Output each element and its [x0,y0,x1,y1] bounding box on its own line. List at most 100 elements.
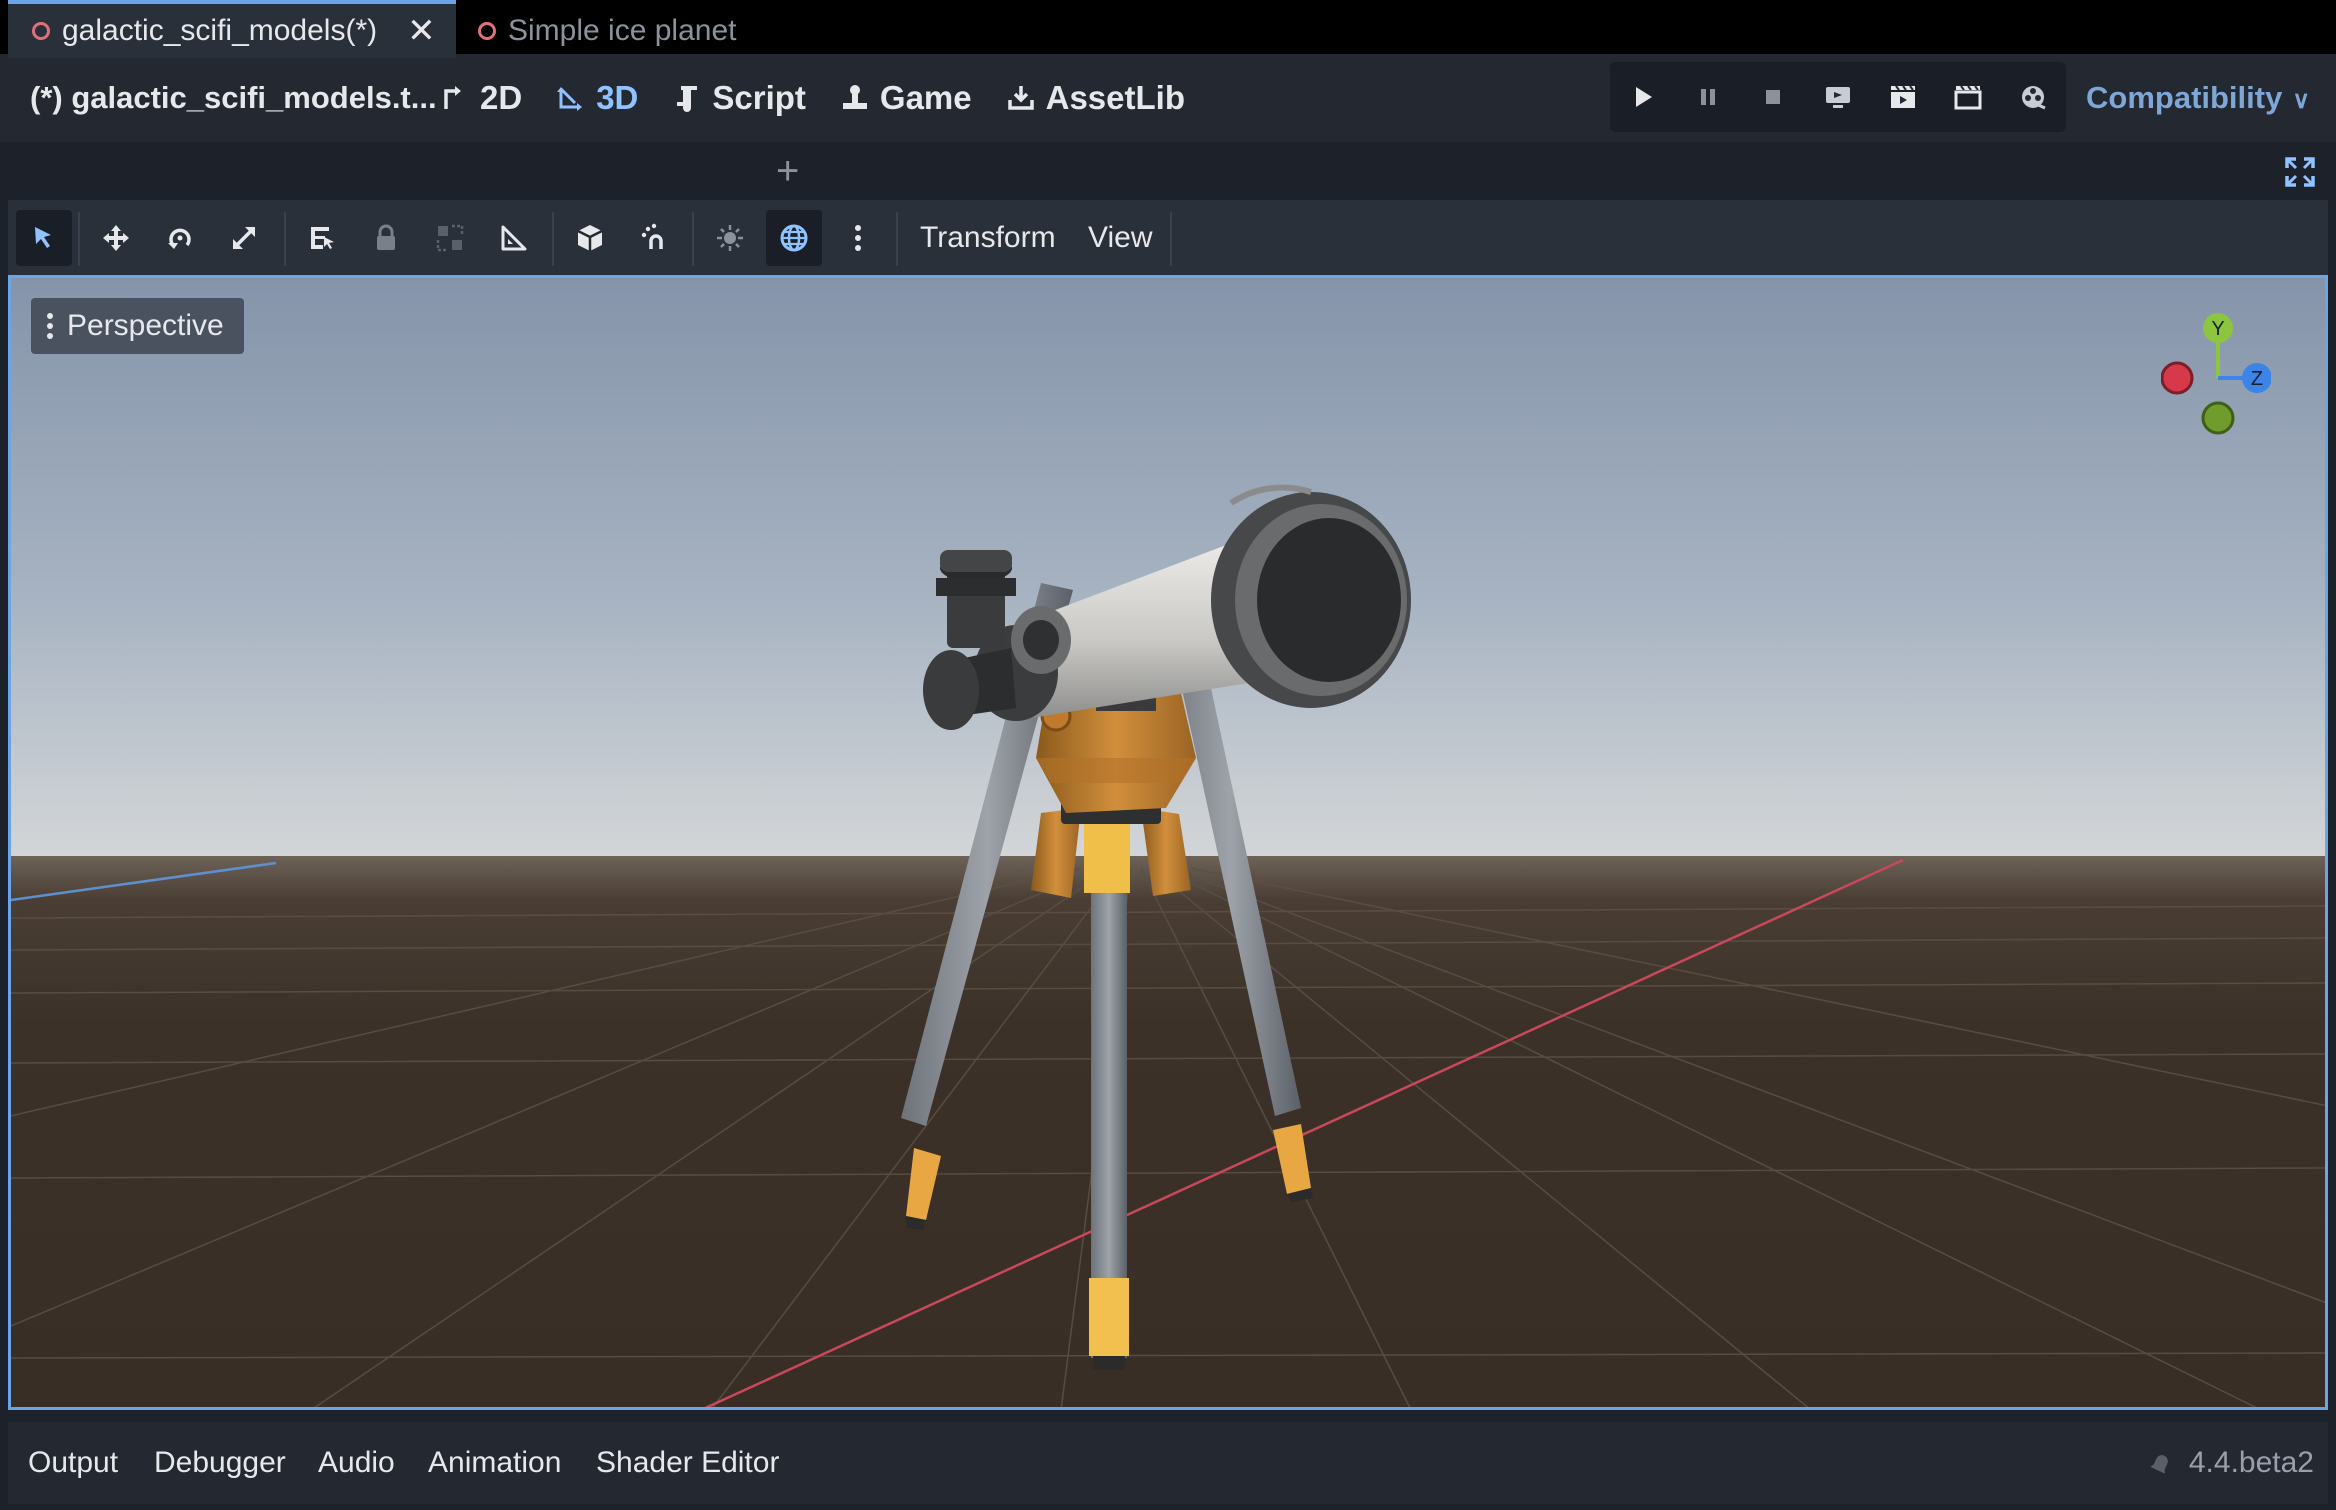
lock-button[interactable] [358,210,414,266]
separator [1170,212,1172,266]
stop-icon [1765,90,1780,104]
tab-label: galactic_scifi_models(*) [62,14,378,47]
separator [78,212,80,266]
tab-audio[interactable]: Audio [318,1422,395,1504]
transform-menu[interactable]: Transform [920,210,1056,266]
gizmo-y-label: Y [2211,318,2224,340]
gizmo-neg-x-axis[interactable] [2161,361,2194,395]
game-icon [842,85,867,109]
play-scene-button[interactable] [1883,77,1923,117]
kebab-menu-icon [47,313,53,339]
mode-2d-label: 2D [480,79,523,116]
assetlib-icon [1007,86,1034,110]
separator [284,212,286,266]
group-icon [436,224,464,252]
rotate-mode-button[interactable] [152,210,208,266]
select-mode-button[interactable] [16,210,72,266]
ruler-icon [501,225,527,251]
mode-script-label: Script [712,79,806,116]
scene-tabbar [0,142,2336,200]
version-info[interactable]: 4.4.beta2 [2147,1422,2314,1504]
move-mode-button[interactable] [88,210,144,266]
mode-3d-label: 3D [596,79,639,116]
remote-debug-icon [1825,87,1850,108]
viewport-toolbar: Transform View [8,200,2328,278]
separator [692,212,694,266]
globe-icon [780,224,808,252]
tab-galactic-scifi-models[interactable]: galactic_scifi_models(*) ✕ [8,0,456,58]
movie-maker-button[interactable] [2013,77,2053,117]
editor-mode-switcher: 2D 3D Script Game AssetLib [440,54,1185,142]
mode-game-button[interactable]: Game [840,79,972,117]
pause-icon [1700,89,1715,105]
tab-output[interactable]: Output [28,1422,118,1504]
perspective-label: Perspective [67,309,224,342]
viewport-scene [11,278,2325,1407]
list-select-icon [311,227,334,249]
mode-2d-button[interactable]: 2D [440,79,522,117]
fullscreen-icon[interactable] [2284,156,2316,188]
renderer-select[interactable]: Compatibility ∨ [2086,54,2310,142]
kebab-menu-icon [855,225,861,251]
movie-maker-icon [2022,86,2047,110]
remote-debug-button[interactable] [1818,77,1858,117]
rotate-icon [168,228,191,249]
perspective-menu-button[interactable]: Perspective [31,298,244,354]
scale-icon [232,226,256,250]
play-icon [1635,87,1652,107]
separator [552,212,554,266]
snap-button[interactable] [626,210,682,266]
select-arrow-icon [35,227,51,248]
tab-shader-editor[interactable]: Shader Editor [596,1422,779,1504]
2d-icon [444,86,461,109]
sun-icon [717,225,743,251]
version-label: 4.4.beta2 [2188,1446,2314,1479]
separator [896,212,898,266]
main-menubar: (*) galactic_scifi_models.t... 2D 3D Scr… [0,54,2336,142]
bottom-panel: Output Debugger Audio Animation Shader E… [8,1422,2328,1504]
close-icon[interactable]: ✕ [407,11,436,51]
renderer-label: Compatibility [2086,80,2283,115]
mode-script-button[interactable]: Script [672,79,806,117]
mode-3d-button[interactable]: 3D [556,79,638,117]
ruler-button[interactable] [486,210,542,266]
3d-icon [557,87,583,111]
preview-environment-button[interactable] [766,210,822,266]
tab-simple-ice-planet[interactable]: Simple ice planet [454,4,756,58]
local-space-button[interactable] [562,210,618,266]
mode-assetlib-button[interactable]: AssetLib [1006,79,1185,117]
stop-button[interactable] [1753,77,1793,117]
chevron-down-icon: ∨ [2292,87,2310,114]
play-scene-icon [1891,85,1916,108]
notification-bell-icon [2150,1455,2168,1474]
list-select-button[interactable] [294,210,350,266]
run-controls [1610,62,2066,132]
scene-node-icon [478,22,496,40]
play-custom-scene-button[interactable] [1948,77,1988,117]
view-gizmo[interactable]: Y Z [2161,298,2271,438]
view-menu[interactable]: View [1088,210,1152,266]
mode-game-label: Game [879,79,972,116]
scene-node-icon [32,22,50,40]
cube-icon [577,225,603,251]
lock-icon [377,224,395,250]
script-icon [677,86,698,112]
tab-debugger[interactable]: Debugger [154,1422,286,1504]
mode-assetlib-label: AssetLib [1045,79,1185,116]
add-tab-icon[interactable]: + [776,142,799,200]
scale-mode-button[interactable] [216,210,272,266]
play-button[interactable] [1623,77,1663,117]
move-icon [103,225,129,251]
tab-animation[interactable]: Animation [428,1422,561,1504]
gizmo-z-label: Z [2251,368,2263,390]
tab-label: Simple ice planet [508,14,737,47]
pause-button[interactable] [1688,77,1728,117]
scene-title: (*) galactic_scifi_models.t... [30,80,437,115]
more-options-button[interactable] [830,210,886,266]
gizmo-neg-y-axis[interactable] [2201,401,2235,435]
group-button[interactable] [422,210,478,266]
3d-viewport[interactable]: Perspective Y Z [8,278,2328,1410]
preview-sun-button[interactable] [702,210,758,266]
snap-magnet-icon [641,223,663,249]
play-custom-scene-icon [1954,85,1982,110]
